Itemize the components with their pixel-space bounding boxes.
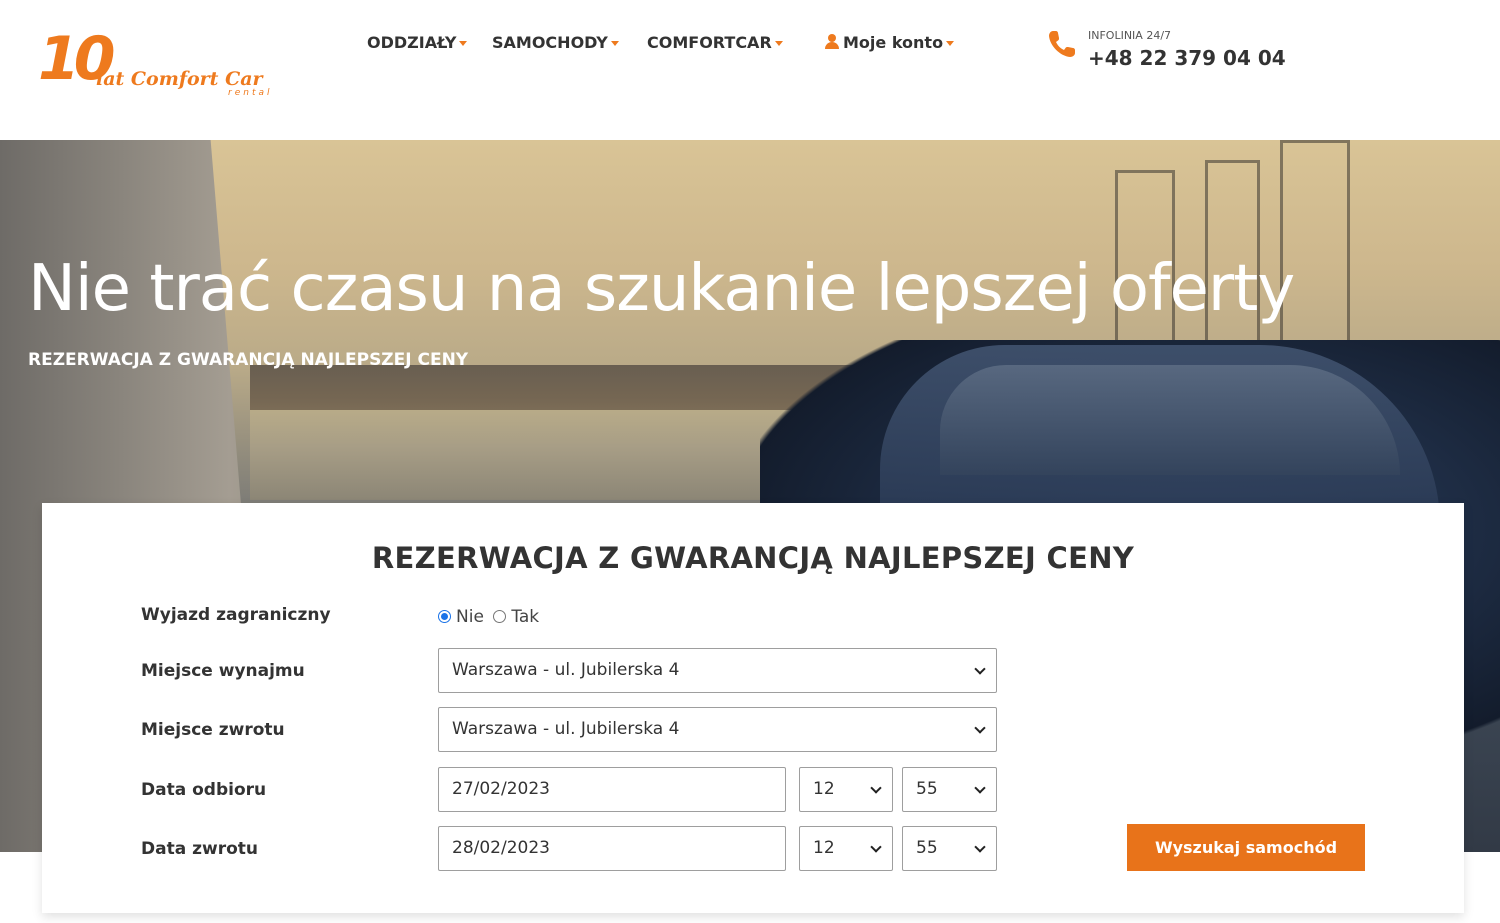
pickup-place-select[interactable]: Warszawa - ul. Jubilerska 4 bbox=[438, 648, 997, 693]
booking-title: REZERWACJA Z GWARANCJĄ NAJLEPSZEJ CENY bbox=[371, 541, 1135, 575]
chevron-down-icon bbox=[610, 41, 619, 46]
nav-item-oddzialy[interactable]: ODDZIAŁY bbox=[367, 33, 468, 52]
return-date-label: Data zwrotu bbox=[141, 839, 258, 859]
abroad-yes-label[interactable]: Tak bbox=[511, 607, 539, 627]
hero-title: Nie trać czasu na szukanie lepszej ofert… bbox=[28, 252, 1295, 326]
pickup-minute-select[interactable]: 55 bbox=[902, 767, 997, 812]
nav-item-comfortcar[interactable]: COMFORTCAR bbox=[647, 33, 783, 52]
hero-subtitle: REZERWACJA Z GWARANCJĄ NAJLEPSZEJ CENY bbox=[28, 350, 469, 370]
abroad-yes-radio[interactable] bbox=[493, 610, 507, 623]
chevron-down-icon bbox=[774, 41, 783, 46]
abroad-no-radio[interactable] bbox=[438, 610, 451, 623]
hotline-number[interactable]: +48 22 379 04 04 bbox=[1088, 46, 1286, 70]
search-car-button[interactable]: Wyszukaj samochód bbox=[1127, 824, 1365, 871]
car-window bbox=[940, 365, 1400, 475]
return-hour-select[interactable]: 12 bbox=[799, 826, 893, 871]
chevron-down-icon bbox=[459, 41, 468, 46]
hotline-label: INFOLINIA 24/7 bbox=[1088, 29, 1172, 42]
pickup-place-label: Miejsce wynajmu bbox=[141, 661, 305, 681]
nav-item-samochody[interactable]: SAMOCHODY bbox=[492, 33, 619, 52]
logo-brand: lat Comfort Car bbox=[96, 68, 263, 90]
nav-item-label: SAMOCHODY bbox=[492, 33, 608, 52]
user-icon bbox=[825, 34, 839, 49]
pickup-hour-select[interactable]: 12 bbox=[799, 767, 893, 812]
nav-item-label: ODDZIAŁY bbox=[367, 33, 457, 52]
nav-item-label: Moje konto bbox=[843, 33, 944, 52]
chevron-down-icon bbox=[946, 41, 955, 46]
nav-item-account[interactable]: Moje konto bbox=[825, 33, 955, 52]
crane-shape bbox=[1280, 140, 1350, 360]
phone-icon bbox=[1049, 31, 1075, 57]
comfort-car-logo[interactable]: 10 lat Comfort Car rental bbox=[38, 28, 278, 102]
return-minute-select[interactable]: 55 bbox=[902, 826, 997, 871]
return-place-label: Miejsce zwrotu bbox=[141, 720, 285, 740]
site-header: 10 lat Comfort Car rental ODDZIAŁY SAMOC… bbox=[0, 0, 1500, 140]
booking-form: REZERWACJA Z GWARANCJĄ NAJLEPSZEJ CENY W… bbox=[42, 503, 1464, 913]
abroad-label: Wyjazd zagraniczny bbox=[141, 605, 331, 625]
return-date-input[interactable]: 28/02/2023 bbox=[438, 826, 786, 871]
logo-tagline: rental bbox=[228, 88, 273, 98]
pickup-date-input[interactable]: 27/02/2023 bbox=[438, 767, 786, 812]
nav-item-label: COMFORTCAR bbox=[647, 33, 772, 52]
abroad-radio-group: Nie Tak bbox=[438, 607, 543, 627]
pickup-date-label: Data odbioru bbox=[141, 780, 267, 800]
return-place-select[interactable]: Warszawa - ul. Jubilerska 4 bbox=[438, 707, 997, 752]
abroad-no-label[interactable]: Nie bbox=[456, 607, 484, 627]
